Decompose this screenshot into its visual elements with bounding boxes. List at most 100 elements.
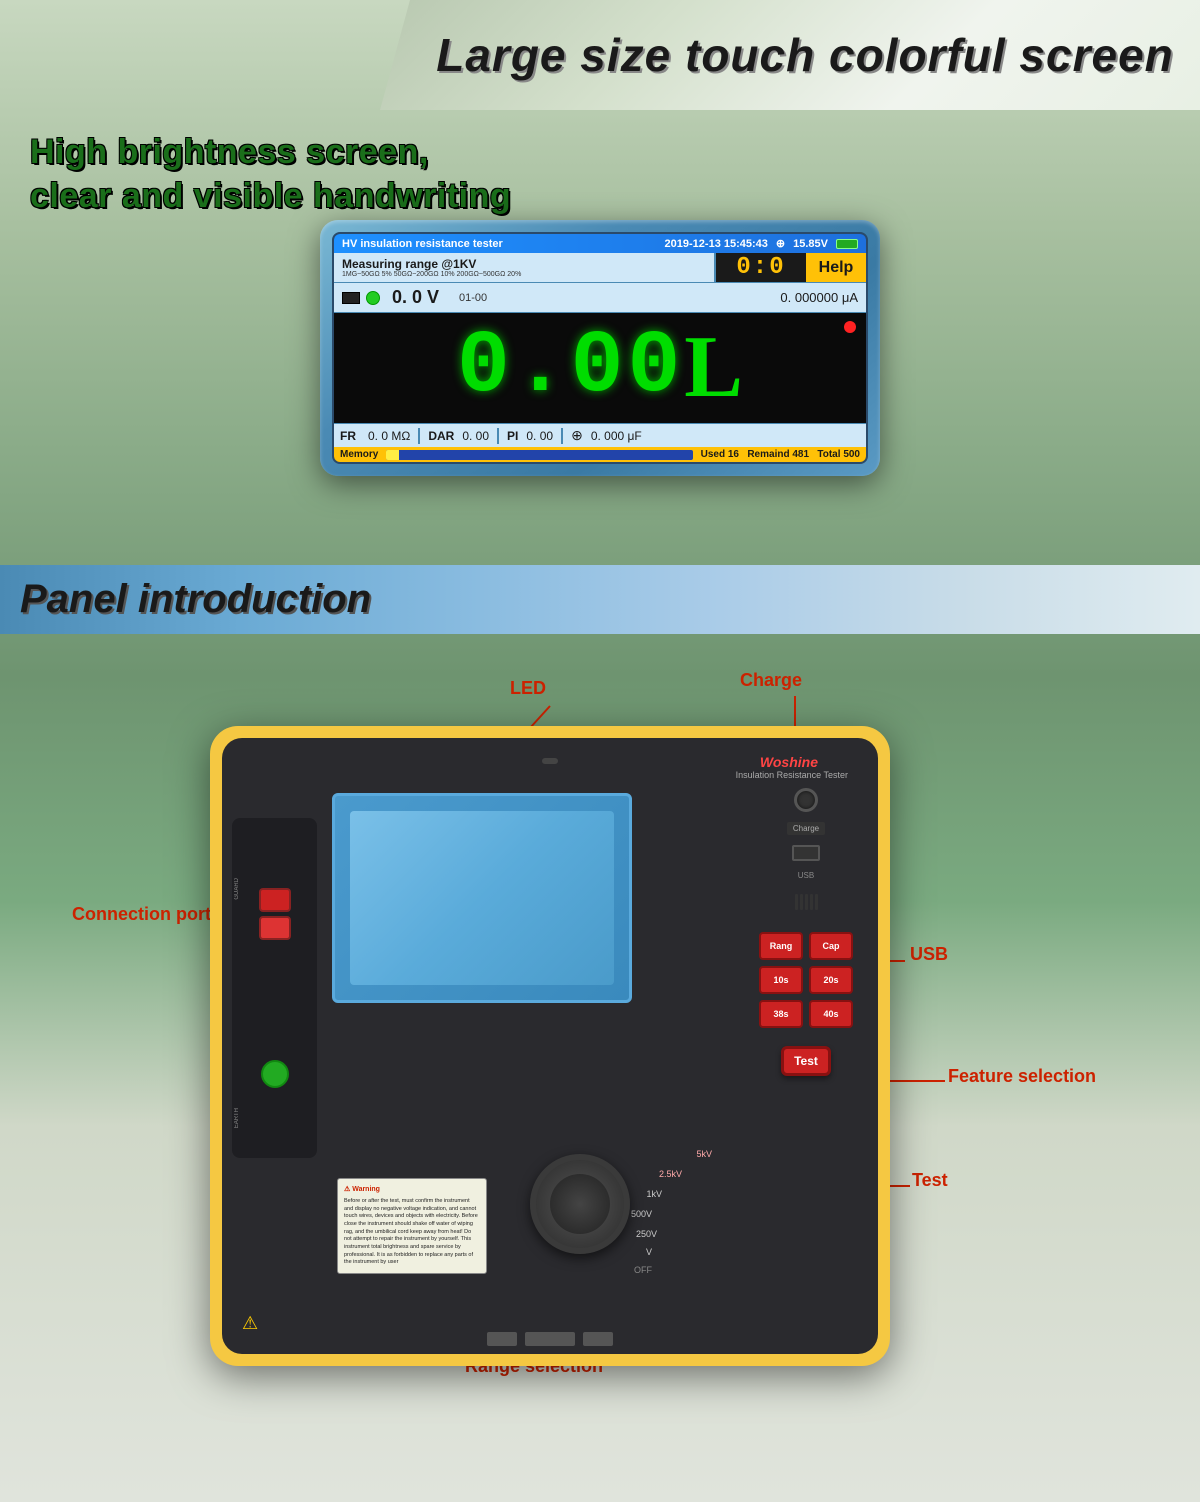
button-38s[interactable]: 38s — [759, 1000, 803, 1028]
status-pi-label: PI — [507, 429, 518, 443]
volt-off: OFF — [634, 1265, 652, 1275]
device-screen — [332, 793, 632, 1003]
volt-250v: 250V — [636, 1229, 657, 1239]
device-dial[interactable] — [530, 1154, 630, 1254]
annotation-usb: USB — [910, 944, 948, 965]
device-led — [542, 758, 558, 764]
device-body: Woshine Insulation Resistance Tester — [210, 726, 890, 1366]
measuring-box: Measuring range @1KV 1MG~50GΩ 5% 50GΩ~20… — [334, 253, 716, 282]
device-section: LED Charge Connection port USB Feature s… — [0, 650, 1200, 1502]
port-red-2 — [259, 916, 291, 940]
charge-label: Charge — [787, 822, 825, 835]
usb-label: USB — [798, 871, 814, 880]
screen-topbar: HV insulation resistance tester 2019-12-… — [334, 234, 866, 253]
volt-v: V — [646, 1247, 652, 1257]
memory-stats: Used 16 Remaind 481 Total 500 — [701, 449, 860, 460]
port-group-top — [259, 888, 291, 940]
panel-title: Panel introduction — [20, 577, 371, 621]
annotation-feature: Feature selection — [948, 1066, 1096, 1087]
indicator-green — [366, 291, 380, 305]
header-banner: Large size touch colorful screen — [380, 0, 1200, 110]
device-container: LED Charge Connection port USB Feature s… — [50, 666, 1150, 1486]
device-bottom-logos — [487, 1332, 613, 1346]
button-20s[interactable]: 20s — [809, 966, 853, 994]
status-dar-val: 0. 00 — [462, 429, 489, 443]
red-dot-indicator — [844, 321, 856, 333]
wifi-icon: ⊕ — [776, 237, 785, 250]
status-sep2 — [497, 428, 499, 444]
button-40s[interactable]: 40s — [809, 1000, 853, 1028]
status-cap-icon: ⊕ — [571, 427, 583, 444]
logo-2 — [525, 1332, 575, 1346]
screen-inner: HV insulation resistance tester 2019-12-… — [332, 232, 868, 464]
annotation-charge: Charge — [740, 670, 802, 691]
screen-main-display: 0.00 L — [334, 313, 866, 423]
logo-3 — [583, 1332, 613, 1346]
port-group-bottom — [261, 1060, 289, 1088]
button-10s[interactable]: 10s — [759, 966, 803, 994]
channel-label: 01-00 — [459, 292, 487, 304]
memory-label: Memory — [340, 449, 378, 460]
dial-inner — [550, 1174, 610, 1234]
usb-port — [792, 845, 820, 861]
screen-title: HV insulation resistance tester — [342, 238, 503, 250]
port-green — [261, 1060, 289, 1088]
screen-outer: HV insulation resistance tester 2019-12-… — [320, 220, 880, 476]
test-button[interactable]: Test — [781, 1046, 831, 1076]
header-title: Large size touch colorful screen — [406, 28, 1174, 82]
logo-1 — [487, 1332, 517, 1346]
indicator-black — [342, 292, 360, 304]
device-model: Insulation Resistance Tester — [736, 770, 848, 780]
volt-reading: 0. 0 V — [392, 287, 439, 308]
device-right-panel: Charge USB — [746, 788, 866, 1076]
port-label-earth: EARTH — [234, 1108, 240, 1128]
warning-text: Before or after the test, must confirm t… — [344, 1198, 480, 1267]
port-red-1 — [259, 888, 291, 912]
screen-row2: 0. 0 V 01-00 0. 000000 μA — [334, 283, 866, 313]
button-cap[interactable]: Cap — [809, 932, 853, 960]
status-dar-label: DAR — [428, 429, 454, 443]
warning-title: ⚠ Warning — [344, 1185, 480, 1195]
subtitle-line1: High brightness screen, — [30, 130, 1180, 174]
port-label-guard: GUARD — [234, 878, 240, 900]
battery-icon — [836, 239, 858, 249]
warning-triangle-bottom: ⚠ — [242, 1313, 258, 1334]
screen-voltage: 15.85V — [793, 238, 828, 250]
button-rang[interactable]: Rang — [759, 932, 803, 960]
volt-1kv: 1kV — [646, 1189, 662, 1199]
screen-row1: Measuring range @1KV 1MG~50GΩ 5% 50GΩ~20… — [334, 253, 866, 283]
status-fr-label: FR — [340, 429, 356, 443]
annotation-connection: Connection port — [72, 904, 211, 925]
memory-bar: Memory Used 16 Remaind 481 Total 500 — [334, 447, 866, 462]
screen-mockup: HV insulation resistance tester 2019-12-… — [320, 220, 880, 476]
annotation-test: Test — [912, 1170, 948, 1191]
timer-display: 0:0 — [736, 254, 785, 281]
memory-fill — [386, 450, 398, 460]
status-sep3 — [561, 428, 563, 444]
subtitle-line2: clear and visible handwriting — [30, 174, 1180, 218]
memory-progress — [386, 450, 692, 460]
volt-500v: 500V — [631, 1209, 652, 1219]
status-fr-val: 0. 0 MΩ — [368, 429, 410, 443]
warning-label: ⚠ Warning Before or after the test, must… — [337, 1178, 487, 1274]
status-pi-val: 0. 00 — [526, 429, 553, 443]
charge-port — [794, 788, 818, 812]
feature-btn-grid: Rang Cap 10s 20s 38s 40s — [759, 932, 853, 1028]
subtitle-section: High brightness screen, clear and visibl… — [10, 115, 1200, 233]
current-reading: 0. 000000 μA — [780, 290, 858, 305]
help-button[interactable]: Help — [806, 253, 866, 282]
volt-2_5kv: 2.5kV — [659, 1169, 682, 1179]
device-brand: Woshine — [760, 754, 818, 770]
volt-5kv: 5kV — [696, 1149, 712, 1159]
battery-bar — [836, 239, 858, 249]
screen-topbar-right: 2019-12-13 15:45:43 ⊕ 15.85V — [665, 237, 858, 250]
device-inner: Woshine Insulation Resistance Tester — [222, 738, 878, 1354]
screen-status-row: FR 0. 0 MΩ DAR 0. 00 PI 0. 00 ⊕ 0. 000 μ… — [334, 423, 866, 447]
timer-box: 0:0 — [716, 253, 806, 282]
main-L: L — [684, 324, 743, 412]
volt-indicators — [342, 291, 380, 305]
device-screen-inner — [350, 811, 615, 984]
status-cap-val: 0. 000 μF — [591, 429, 642, 443]
screen-datetime: 2019-12-13 15:45:43 — [665, 238, 768, 250]
main-number: 0.00 — [457, 324, 684, 412]
